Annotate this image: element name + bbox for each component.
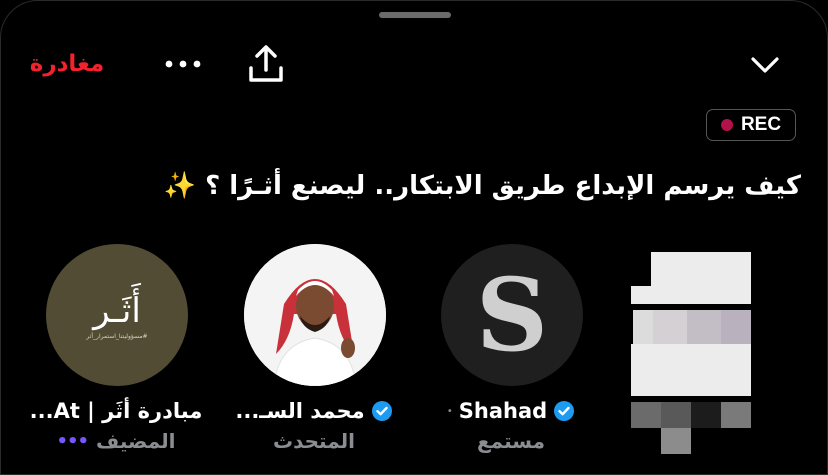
speaker-name: محمد السـ... (235, 399, 365, 423)
share-icon (249, 45, 283, 82)
verified-badge-icon (554, 401, 575, 421)
leave-button[interactable]: مغادرة (21, 45, 113, 83)
speaker-role: المضيف (96, 429, 176, 453)
speaker-role: المتحدث (272, 429, 355, 453)
more-horizontal-icon (165, 60, 201, 68)
speaker-role: مستمع (477, 429, 545, 453)
avatar: S (441, 244, 583, 386)
speaker-name: Shahad (458, 399, 548, 423)
avatar: أَثَـر #مسؤوليتنا_استمرار_أثر (46, 244, 188, 386)
recording-badge: REC (706, 109, 796, 141)
speaker-card-speaker[interactable]: محمد السـ... المتحدث (214, 244, 414, 454)
speaker-name: مبادرة أثَر | At... (29, 399, 203, 423)
recording-dot (720, 119, 733, 131)
avatar (244, 244, 386, 386)
speaker-name-row: مبادرة أثَر | At... (16, 394, 216, 428)
person-photo-icon (244, 244, 386, 386)
space-sheet: مغادرة REC كيف يرسم الإبداع طريق الابتكا… (0, 0, 828, 475)
sheet-grabber[interactable] (379, 12, 451, 18)
speaker-card-listener[interactable]: S • Shahad مستمع (411, 244, 611, 454)
space-title: كيف يرسم الإبداع طريق الابتكار.. ليصنع أ… (163, 171, 801, 201)
chevron-down-icon (751, 57, 779, 73)
speaker-card-redacted[interactable] (621, 244, 821, 454)
share-button[interactable] (243, 41, 289, 87)
speaker-role-row: المتحدث (214, 426, 414, 456)
avatar-logo-subtext: #مسؤوليتنا_استمرار_أثر (86, 332, 148, 340)
speaker-name-row: محمد السـ... (214, 394, 414, 428)
speaker-role-row: مستمع (411, 426, 611, 456)
speaker-name-row: • Shahad (411, 394, 611, 428)
dot-separator-icon: • (446, 405, 453, 417)
recording-label: REC (740, 114, 782, 135)
collapse-button[interactable] (745, 49, 785, 81)
more-options-button[interactable] (161, 47, 205, 81)
avatar-letter: S (475, 256, 549, 374)
redacted-avatar (621, 244, 781, 474)
avatar-logo-text: أَثَـر (93, 290, 141, 331)
speaker-card-host[interactable]: أَثَـر #مسؤوليتنا_استمرار_أثر مبادرة أثَ… (16, 244, 216, 454)
talking-indicator-icon: ••• (56, 430, 90, 452)
verified-badge-icon (371, 401, 392, 421)
speaker-role-row: ••• المضيف (16, 426, 216, 456)
